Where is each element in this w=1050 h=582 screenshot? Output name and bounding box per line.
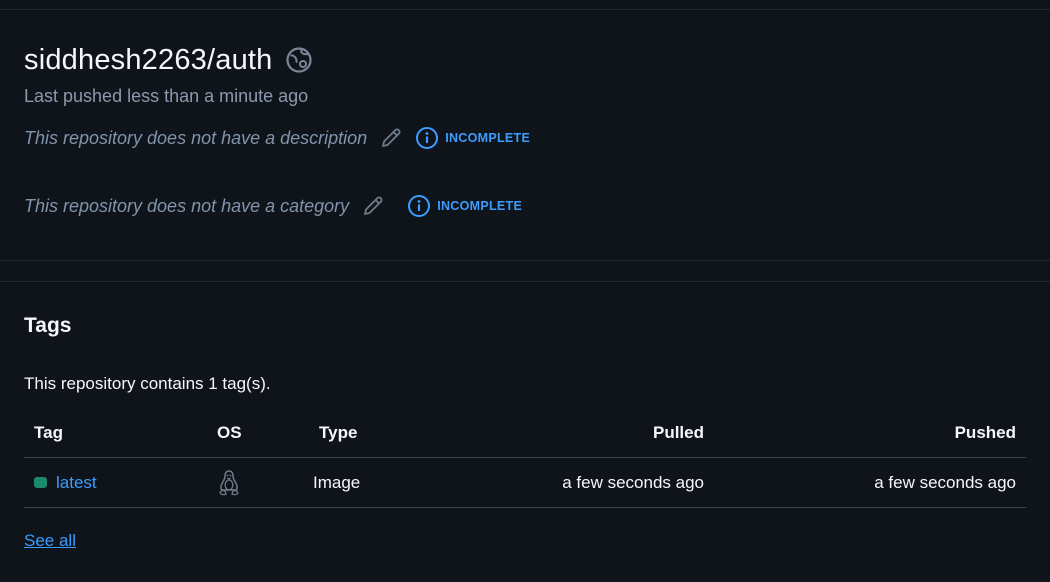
table-row: latest Image a few seconds ago a few sec… xyxy=(24,458,1026,508)
globe-icon xyxy=(285,46,313,74)
see-all-link[interactable]: See all xyxy=(24,531,76,551)
tags-table: Tag OS Type Pulled Pushed latest Image a… xyxy=(24,408,1026,508)
linux-icon xyxy=(217,469,241,497)
category-incomplete-badge[interactable]: INCOMPLETE xyxy=(407,194,522,218)
section-divider xyxy=(0,281,1050,282)
tags-heading: Tags xyxy=(24,314,72,337)
repository-page: siddhesh2263/auth Last pushed less than … xyxy=(0,0,1050,582)
column-header-pulled: Pulled xyxy=(652,422,704,442)
tag-status-indicator xyxy=(34,477,47,488)
tag-cell: latest xyxy=(34,458,97,507)
description-incomplete-badge[interactable]: INCOMPLETE xyxy=(415,126,530,150)
top-divider xyxy=(0,9,1050,10)
tag-link-latest[interactable]: latest xyxy=(56,473,97,493)
category-status: INCOMPLETE xyxy=(437,199,523,213)
category-placeholder: This repository does not have a category xyxy=(24,195,350,216)
category-row: This repository does not have a category… xyxy=(24,194,522,218)
column-header-os: OS xyxy=(217,422,242,442)
type-cell: Image xyxy=(313,472,361,492)
column-header-pushed: Pushed xyxy=(954,422,1016,442)
info-icon xyxy=(407,194,431,218)
pulled-cell: a few seconds ago xyxy=(562,472,704,492)
title-row: siddhesh2263/auth xyxy=(24,40,1024,80)
info-icon xyxy=(415,126,439,150)
description-placeholder: This repository does not have a descript… xyxy=(24,127,368,148)
last-pushed-text: Last pushed less than a minute ago xyxy=(24,86,309,106)
repository-header: siddhesh2263/auth Last pushed less than … xyxy=(24,40,1024,107)
description-status: INCOMPLETE xyxy=(445,131,531,145)
os-cell xyxy=(217,458,241,507)
repository-title: siddhesh2263/auth xyxy=(24,43,273,76)
tags-count-text: This repository contains 1 tag(s). xyxy=(24,374,271,393)
section-divider xyxy=(0,260,1050,261)
edit-category-pencil-icon[interactable] xyxy=(361,194,385,218)
column-header-tag: Tag xyxy=(34,422,63,442)
edit-description-pencil-icon[interactable] xyxy=(379,126,403,150)
table-header: Tag OS Type Pulled Pushed xyxy=(24,408,1026,458)
pushed-cell: a few seconds ago xyxy=(874,472,1016,492)
column-header-type: Type xyxy=(319,422,358,442)
description-row: This repository does not have a descript… xyxy=(24,126,530,150)
